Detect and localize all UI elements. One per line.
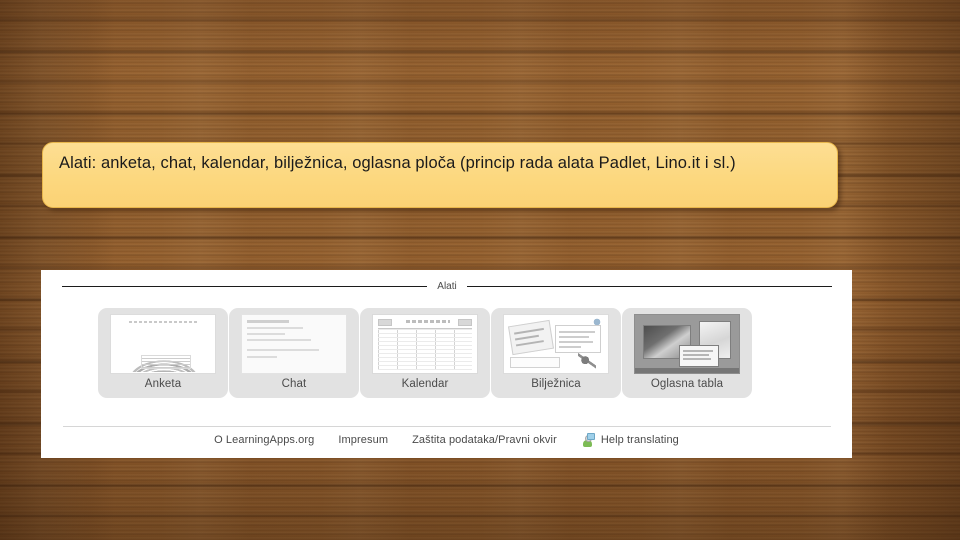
thumb-text-line (247, 333, 285, 335)
divider-label: Alati (437, 280, 457, 292)
thumb-text-line (247, 339, 311, 341)
tool-tile-anketa[interactable]: Anketa (98, 308, 228, 398)
tool-tile-label: Oglasna tabla (650, 378, 724, 390)
thumb-text-line (247, 320, 289, 323)
calendar-table-thumb (372, 314, 478, 374)
thumb-note-card (555, 325, 601, 353)
tool-tile-biljeznica[interactable]: Bilježnica (491, 308, 621, 398)
thumb-caption-line (129, 321, 199, 323)
thumb-text-line (247, 356, 277, 358)
tool-tile-chat[interactable]: Chat (229, 308, 359, 398)
tool-tile-label: Chat (281, 378, 307, 390)
tool-tiles: Anketa Chat Kalendar Bilježnica Oglasna … (98, 308, 753, 398)
chat-lines-thumb (241, 314, 347, 374)
divider-rule-right (466, 285, 833, 287)
thumb-button (378, 319, 392, 326)
thumb-table-grid (378, 328, 472, 370)
notebook-thumb (503, 314, 609, 374)
learningapps-panel: Alati Anketa Chat Kalendar Bilježnica Og… (41, 270, 852, 458)
tool-tile-label: Anketa (144, 378, 182, 390)
panel-footer: O LearningApps.org Impresum Zaštita poda… (41, 433, 852, 447)
tool-tile-oglasna-tabla[interactable]: Oglasna tabla (622, 308, 752, 398)
callout-box: Alati: anketa, chat, kalendar, bilježnic… (42, 142, 838, 208)
thumb-text-line (247, 349, 319, 351)
section-divider: Alati (62, 278, 833, 294)
footer-link-translate-label: Help translating (600, 434, 679, 446)
thumb-title-line (406, 320, 450, 323)
footer-link-privacy[interactable]: Zaštita podataka/Pravni okvir (412, 434, 557, 446)
slide: Alati: anketa, chat, kalendar, bilježnic… (0, 0, 960, 540)
divider-rule-left (62, 285, 428, 287)
poll-arc-chart-thumb (110, 314, 216, 374)
thumb-button (458, 319, 472, 326)
footer-link-about[interactable]: O LearningApps.org (214, 434, 314, 446)
thumb-legend-box (141, 355, 191, 369)
thumb-hand-graphic (578, 353, 596, 369)
thumb-text-line (247, 327, 303, 329)
thumb-toolbar (635, 368, 739, 373)
thumb-input-field (510, 357, 560, 368)
translate-person-icon (581, 433, 595, 447)
bulletin-board-thumb (634, 314, 740, 374)
thumb-note-window (679, 345, 719, 367)
tool-tile-label: Bilježnica (531, 378, 581, 390)
tool-tile-label: Kalendar (401, 378, 449, 390)
tool-tile-kalendar[interactable]: Kalendar (360, 308, 490, 398)
callout-text: Alati: anketa, chat, kalendar, bilježnic… (59, 154, 736, 172)
footer-link-imprint[interactable]: Impresum (338, 434, 388, 446)
footer-link-translate[interactable]: Help translating (581, 433, 679, 447)
footer-separator (63, 426, 831, 427)
thumb-paper-sheet (507, 319, 555, 356)
